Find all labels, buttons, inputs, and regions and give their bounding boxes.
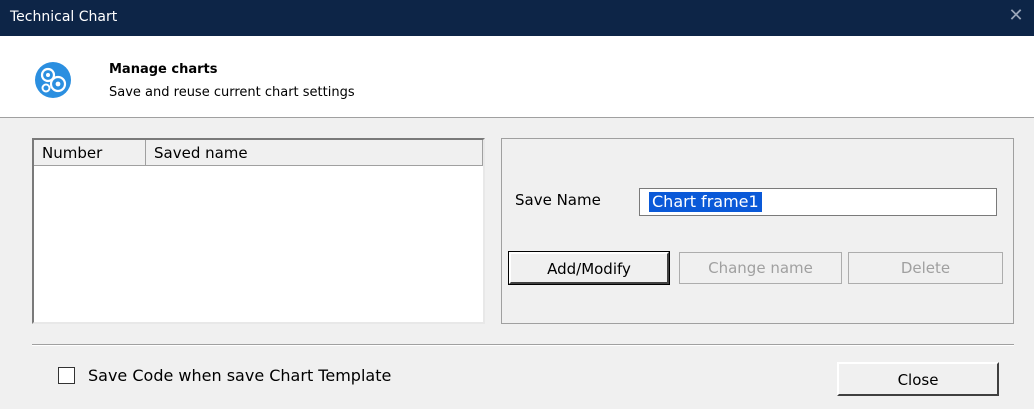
save-name-input[interactable]: Chart frame1: [639, 188, 997, 216]
save-code-checkbox-label[interactable]: Save Code when save Chart Template: [88, 366, 391, 385]
dialog-header: Manage charts Save and reuse current cha…: [0, 36, 1034, 118]
close-icon[interactable]: ✕: [1006, 6, 1026, 26]
saved-charts-list[interactable]: Number Saved name: [32, 138, 485, 324]
header-title: Manage charts: [109, 62, 218, 77]
divider: [32, 344, 1014, 346]
gears-icon: [35, 62, 71, 98]
save-name-label: Save Name: [515, 191, 601, 209]
window-title: Technical Chart: [10, 9, 118, 25]
close-button[interactable]: Close: [837, 362, 999, 396]
list-header: Number Saved name: [34, 140, 483, 166]
save-panel: Save Name Chart frame1 Add/Modify Change…: [501, 138, 1014, 324]
save-code-checkbox[interactable]: [58, 367, 75, 384]
title-bar: Technical Chart ✕: [0, 0, 1034, 36]
column-header-number[interactable]: Number: [34, 140, 146, 166]
delete-button[interactable]: Delete: [848, 252, 1003, 284]
column-header-saved-name[interactable]: Saved name: [146, 140, 483, 166]
change-name-button[interactable]: Change name: [679, 252, 842, 284]
add-modify-button[interactable]: Add/Modify: [509, 252, 669, 284]
header-subtitle: Save and reuse current chart settings: [109, 85, 355, 100]
save-name-value: Chart frame1: [649, 192, 762, 212]
